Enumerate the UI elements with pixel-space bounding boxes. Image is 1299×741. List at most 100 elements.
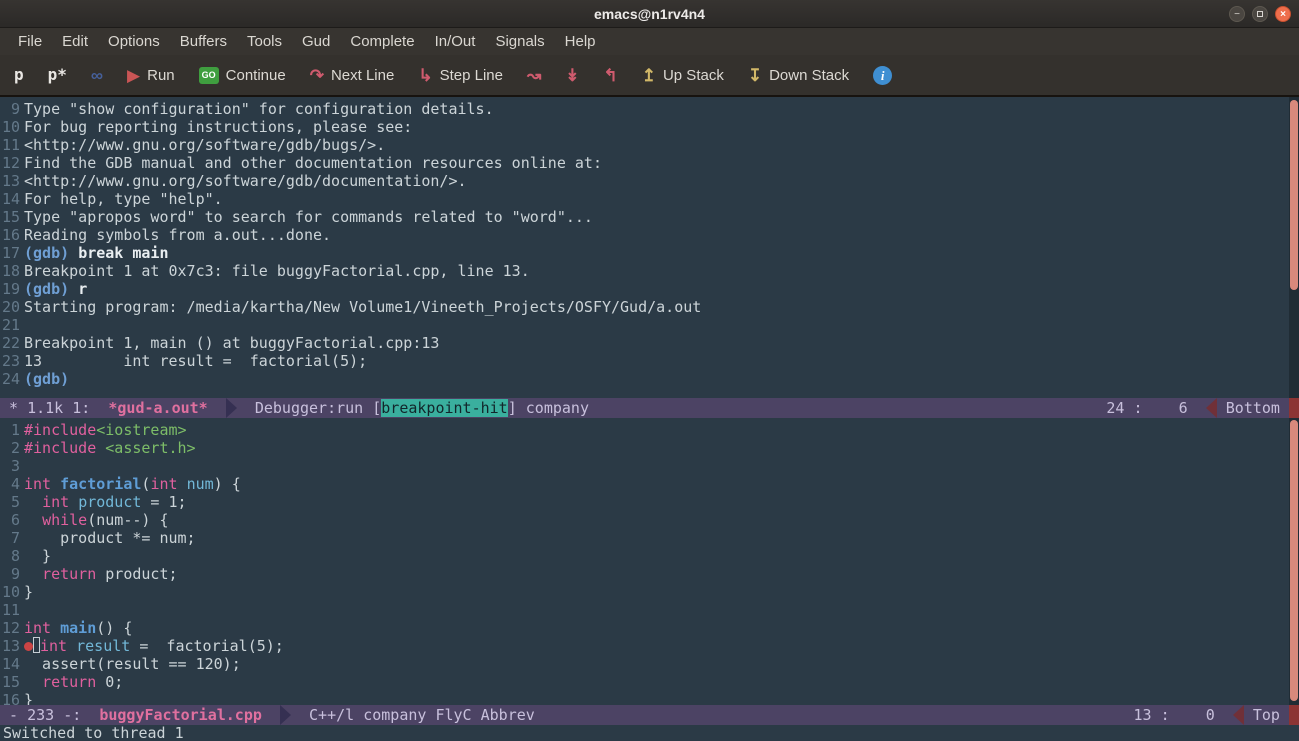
buffer-line[interactable]: 10For bug reporting instructions, please…: [0, 118, 1289, 136]
menu-buffers[interactable]: Buffers: [170, 28, 237, 55]
buffer-line[interactable]: 24(gdb): [0, 370, 1289, 388]
menu-inout[interactable]: In/Out: [425, 28, 486, 55]
buffer-line[interactable]: 15 return 0;: [0, 673, 1289, 691]
buffer-line[interactable]: 21: [0, 316, 1289, 334]
buffer-line[interactable]: 4int factorial(int num) {: [0, 475, 1289, 493]
buffer-line[interactable]: 17(gdb) break main: [0, 244, 1289, 262]
window-controls: − ×: [1229, 6, 1291, 22]
menu-options[interactable]: Options: [98, 28, 170, 55]
echo-message: Switched to thread 1: [3, 724, 184, 741]
maximize-button[interactable]: [1252, 6, 1268, 22]
line-number: 16: [0, 226, 20, 244]
line-content: [20, 316, 24, 334]
gdb-scrollbar-track[interactable]: [1289, 97, 1299, 398]
next-line-button[interactable]: ↷Next Line: [310, 67, 395, 84]
token: Starting program: /media/kartha/New Volu…: [24, 298, 701, 316]
menu-tools[interactable]: Tools: [237, 28, 292, 55]
print-button[interactable]: p: [14, 67, 24, 83]
token: break main: [78, 244, 168, 262]
breakpoint-indicator-icon[interactable]: [24, 642, 33, 651]
line-content: Type "apropos word" to search for comman…: [20, 208, 593, 226]
line-content: Reading symbols from a.out...done.: [20, 226, 331, 244]
menu-gud[interactable]: Gud: [292, 28, 340, 55]
menu-signals[interactable]: Signals: [485, 28, 554, 55]
buffer-line[interactable]: 14For help, type "help".: [0, 190, 1289, 208]
buffer-line[interactable]: 22Breakpoint 1, main () at buggyFactoria…: [0, 334, 1289, 352]
minimize-button[interactable]: −: [1229, 6, 1245, 22]
buffer-line[interactable]: 7 product *= num;: [0, 529, 1289, 547]
line-number: 21: [0, 316, 20, 334]
buffer-line[interactable]: 8 }: [0, 547, 1289, 565]
print-dereference-button[interactable]: p*: [48, 67, 67, 83]
token: product: [78, 493, 141, 511]
next-instruction-button[interactable]: ↝: [527, 67, 541, 84]
buffer-line[interactable]: 12Find the GDB manual and other document…: [0, 154, 1289, 172]
buffer-line[interactable]: 6 while(num--) {: [0, 511, 1289, 529]
step-line-button[interactable]: ↳ Step Line: [418, 67, 503, 84]
up-stack-button[interactable]: ↥Up Stack: [642, 67, 724, 84]
line-number: 13: [0, 637, 20, 655]
buffer-line[interactable]: 18Breakpoint 1 at 0x7c3: file buggyFacto…: [0, 262, 1289, 280]
continue-button[interactable]: GOContinue: [199, 67, 286, 84]
print-icon: p: [14, 67, 24, 83]
source-scrollbar-thumb[interactable]: [1290, 420, 1298, 701]
gdb-scrollbar-thumb[interactable]: [1290, 100, 1298, 290]
buffer-line[interactable]: 13<http://www.gnu.org/software/gdb/docum…: [0, 172, 1289, 190]
titlebar[interactable]: emacs@n1rv4n4 − ×: [0, 0, 1299, 28]
buffer-line[interactable]: 5 int product = 1;: [0, 493, 1289, 511]
menu-help[interactable]: Help: [555, 28, 606, 55]
run-button[interactable]: ▶Run: [127, 67, 175, 84]
buffer-line[interactable]: 13int result = factorial(5);: [0, 637, 1289, 655]
modeline-source[interactable]: - 233 -: buggyFactorial.cpp C++/l compan…: [0, 705, 1289, 725]
buffer-line[interactable]: 20Starting program: /media/kartha/New Vo…: [0, 298, 1289, 316]
menu-edit[interactable]: Edit: [52, 28, 98, 55]
window-title: emacs@n1rv4n4: [594, 6, 705, 22]
line-number: 7: [0, 529, 20, 547]
info-button[interactable]: i: [873, 66, 892, 85]
buffer-line[interactable]: 9Type "show configuration" for configura…: [0, 100, 1289, 118]
step-instruction-button[interactable]: ↡: [565, 67, 579, 84]
echo-area[interactable]: Switched to thread 1: [0, 725, 1299, 741]
down-stack-icon: ↧: [748, 67, 762, 84]
gdb-output-buffer[interactable]: 9Type "show configuration" for configura…: [0, 97, 1289, 398]
buffer-line[interactable]: 15Type "apropos word" to search for comm…: [0, 208, 1289, 226]
minor-modes: ] company: [508, 399, 589, 417]
token: <assert.h>: [105, 439, 195, 457]
menu-file[interactable]: File: [8, 28, 52, 55]
line-content: assert(result == 120);: [20, 655, 241, 673]
buffer-line[interactable]: 2313 int result = factorial(5);: [0, 352, 1289, 370]
token: [69, 493, 78, 511]
buffer-line[interactable]: 1#include<iostream>: [0, 421, 1289, 439]
finish-function-button[interactable]: ↰: [603, 67, 617, 84]
buffer-line[interactable]: 3: [0, 457, 1289, 475]
token: Reading symbols from a.out...done.: [24, 226, 331, 244]
modeline-gud[interactable]: * 1.1k 1: *gud-a.out* Debugger:run [brea…: [0, 398, 1289, 418]
down-stack-button[interactable]: ↧Down Stack: [748, 67, 849, 84]
source-code-buffer[interactable]: 1#include<iostream>2#include <assert.h>3…: [0, 418, 1289, 705]
token: product;: [96, 565, 177, 583]
menu-complete[interactable]: Complete: [340, 28, 424, 55]
line-number: 11: [0, 601, 20, 619]
step-line-icon: ↳: [418, 67, 432, 84]
cursor-position: 24 : 6: [1106, 399, 1205, 417]
buffer-line[interactable]: 11<http://www.gnu.org/software/gdb/bugs/…: [0, 136, 1289, 154]
source-scrollbar-track[interactable]: [1289, 418, 1299, 705]
buffer-line[interactable]: 12int main() {: [0, 619, 1289, 637]
buffer-line[interactable]: 19(gdb) r: [0, 280, 1289, 298]
buffer-line[interactable]: 11: [0, 601, 1289, 619]
line-number: 10: [0, 583, 20, 601]
buffer-line[interactable]: 16}: [0, 691, 1289, 705]
token: [24, 565, 42, 583]
buffer-line[interactable]: 10}: [0, 583, 1289, 601]
token: [51, 619, 60, 637]
buffer-line[interactable]: 2#include <assert.h>: [0, 439, 1289, 457]
buffer-line[interactable]: 9 return product;: [0, 565, 1289, 583]
watch-expression-button[interactable]: ∞: [91, 67, 103, 84]
buffer-line[interactable]: 16Reading symbols from a.out...done.: [0, 226, 1289, 244]
close-button[interactable]: ×: [1275, 6, 1291, 22]
step-line-label: Step Line: [440, 67, 503, 84]
token: r: [78, 280, 87, 298]
token: int: [42, 493, 69, 511]
line-number: 15: [0, 208, 20, 226]
buffer-line[interactable]: 14 assert(result == 120);: [0, 655, 1289, 673]
